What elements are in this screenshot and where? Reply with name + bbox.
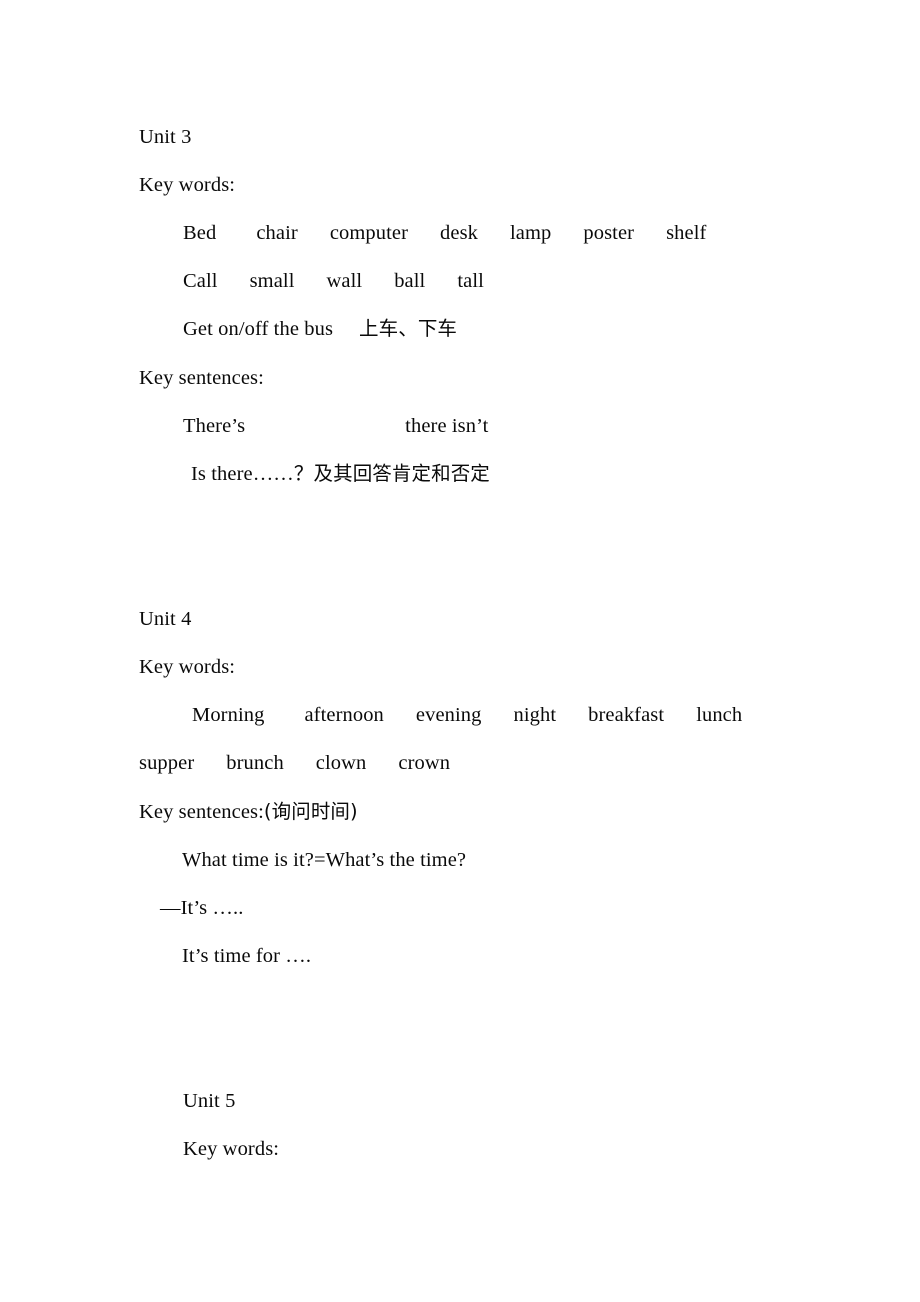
unit-3-sentence-1: There’s there isn’t (183, 413, 488, 439)
unit-4-sentence-2: —It’s ….. (160, 897, 244, 919)
document-page: Unit 3 Key words: Bed chair computer desk la… (0, 0, 920, 1302)
unit-4-heading: Unit 4 (139, 608, 192, 630)
unit-3-key-words-row-1: Bed chair computer desk lamp poster shelf (183, 220, 706, 246)
word: Call (183, 270, 218, 292)
word: Morning (192, 704, 265, 726)
word: brunch (226, 752, 284, 774)
word: lunch (696, 704, 743, 726)
sentence-affirmative: There’s (183, 415, 246, 437)
word: lamp (510, 222, 552, 244)
phrase-english: Get on/off the bus (183, 318, 334, 340)
sentence-english: Is there…… (191, 463, 294, 485)
unit-4-key-sentences-label: Key sentences:(询问时间) (139, 799, 358, 825)
word: poster (583, 222, 635, 244)
word: tall (457, 270, 484, 292)
unit-4-key-words-row-1: Morning afternoon evening night breakfast lun… (192, 702, 742, 728)
word: shelf (666, 222, 707, 244)
word: Bed (183, 222, 217, 244)
unit-3-key-words-label: Key words: (139, 174, 236, 196)
unit-5-key-words-label: Key words: (183, 1138, 280, 1160)
unit-4-key-words-row-2: supper brunch clown crown (139, 750, 450, 776)
unit-3-key-words-row-2: Call small wall ball tall (183, 268, 484, 294)
word: evening (415, 704, 482, 726)
word: crown (398, 752, 451, 774)
unit-3-phrase-line: Get on/off the bus 上车、下车 (183, 316, 457, 342)
sentence-chinese: ？及其回答肯定和否定 (293, 462, 490, 485)
word: clown (315, 752, 367, 774)
unit-3-heading: Unit 3 (139, 126, 192, 148)
word: desk (440, 222, 479, 244)
unit-5-heading: Unit 5 (183, 1090, 236, 1112)
word: computer (329, 222, 409, 244)
unit-4-sentence-1: What time is it?=What’s the time? (182, 849, 467, 871)
word: supper (139, 752, 195, 774)
sentence-negative: there isn’t (405, 415, 489, 437)
word: small (249, 270, 295, 292)
phrase-chinese: 上车、下车 (359, 317, 458, 340)
word: wall (326, 270, 363, 292)
key-sentences-note: (询问时间) (263, 800, 358, 823)
word: ball (394, 270, 426, 292)
unit-4-sentence-3: It’s time for …. (182, 945, 312, 967)
unit-4-key-words-label: Key words: (139, 656, 236, 678)
unit-3-sentence-2: Is there……？及其回答肯定和否定 (191, 461, 490, 487)
word: chair (256, 222, 298, 244)
word: night (513, 704, 557, 726)
word: breakfast (588, 704, 665, 726)
word: afternoon (304, 704, 384, 726)
key-sentences-text: Key sentences: (139, 801, 264, 823)
unit-3-key-sentences-label: Key sentences: (139, 367, 264, 389)
